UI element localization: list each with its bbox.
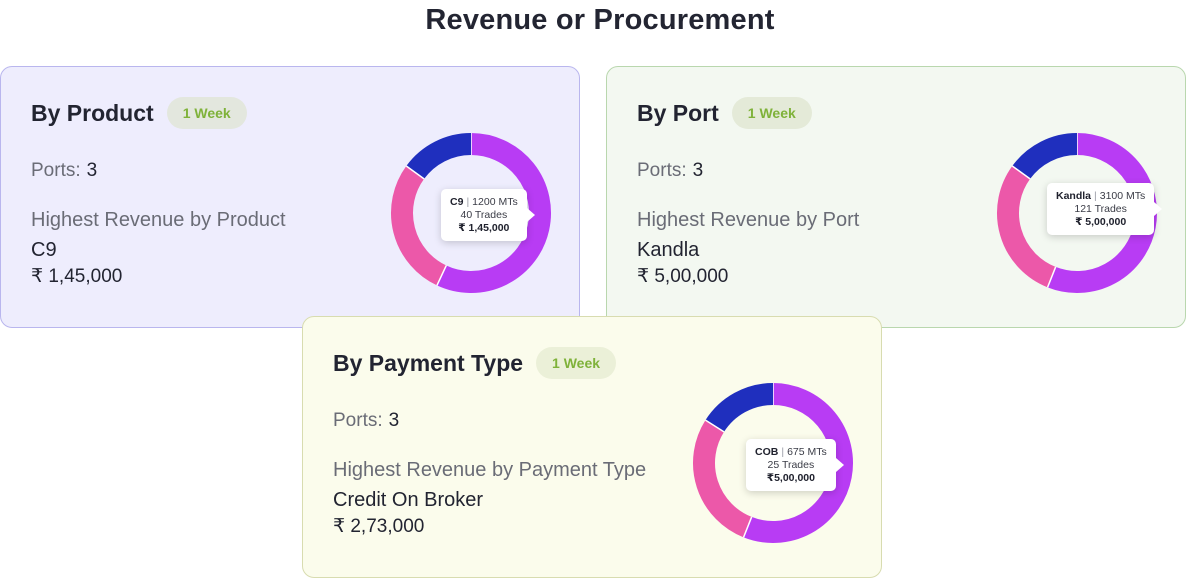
chart-tooltip: C9 | 1200 MTs 40 Trades ₹ 1,45,000: [441, 189, 535, 241]
tooltip-separator: |: [466, 196, 470, 208]
card-header: By Payment Type 1 Week: [333, 347, 617, 379]
tooltip-trades: 121 Trades: [1074, 203, 1127, 215]
tooltip-amount: ₹5,00,000: [766, 472, 815, 484]
ports-row: Ports: 3: [31, 160, 97, 182]
period-badge[interactable]: 1 Week: [731, 97, 812, 129]
tooltip-separator: |: [781, 446, 785, 458]
highest-revenue-name: Credit On Broker: [333, 489, 484, 511]
period-badge[interactable]: 1 Week: [536, 347, 617, 379]
tooltip-quantity: 675 MTs: [787, 446, 827, 458]
tooltip-name: C9: [450, 196, 464, 208]
tooltip-amount: ₹ 5,00,000: [1075, 216, 1127, 228]
ports-label: Ports:: [333, 410, 383, 431]
card-title: By Product: [31, 99, 154, 126]
ports-value: 3: [388, 410, 400, 431]
tooltip-trades: 25 Trades: [767, 459, 815, 471]
period-badge[interactable]: 1 Week: [166, 97, 247, 129]
highest-revenue-label: Highest Revenue by Payment Type: [333, 459, 647, 481]
card-header: By Product 1 Week: [31, 97, 247, 129]
highest-revenue-amount: ₹ 1,45,000: [31, 266, 123, 287]
highest-revenue-name: C9: [31, 239, 57, 261]
ports-label: Ports:: [637, 160, 687, 181]
segment-blue-arc[interactable]: [406, 133, 472, 180]
tooltip-trades: 40 Trades: [460, 209, 508, 221]
tooltip-name: COB: [755, 446, 779, 458]
card-title: By Port: [637, 99, 719, 126]
segment-pink-arc[interactable]: [391, 165, 447, 286]
ports-row: Ports: 3: [637, 160, 703, 182]
ports-label: Ports:: [31, 160, 81, 181]
ports-row: Ports: 3: [333, 410, 399, 432]
segment-pink-arc[interactable]: [693, 420, 753, 538]
segment-blue-arc[interactable]: [705, 383, 774, 433]
chart-tooltip: Kandla | 3100 MTs 121 Trades ₹ 5,00,000: [1047, 183, 1163, 235]
tooltip-quantity: 3100 MTs: [1099, 190, 1146, 202]
highest-revenue-label: Highest Revenue by Port: [637, 209, 860, 231]
highest-revenue-label: Highest Revenue by Product: [31, 209, 286, 231]
tooltip-name: Kandla: [1056, 190, 1092, 202]
tooltip-quantity: 1200 MTs: [472, 196, 518, 208]
chart-tooltip: COB | 675 MTs 25 Trades ₹5,00,000: [746, 439, 844, 491]
highest-revenue-amount: ₹ 2,73,000: [333, 516, 425, 537]
highest-revenue-amount: ₹ 5,00,000: [637, 266, 729, 287]
page-title: Revenue or Procurement: [425, 4, 775, 36]
ports-value: 3: [692, 160, 704, 181]
segment-pink-arc[interactable]: [997, 165, 1057, 288]
highest-revenue-name: Kandla: [637, 239, 700, 261]
card-title: By Payment Type: [333, 349, 524, 376]
ports-value: 3: [86, 160, 98, 181]
card-header: By Port 1 Week: [637, 97, 812, 129]
tooltip-separator: |: [1094, 190, 1097, 202]
card-by-payment-type: By Payment Type 1 Week Ports: 3 Highest R…: [302, 316, 882, 578]
segment-blue-arc[interactable]: [1012, 133, 1078, 180]
tooltip-amount: ₹ 1,45,000: [458, 222, 510, 234]
card-by-port: By Port 1 Week Ports: 3 Highest Revenue b…: [606, 66, 1186, 328]
card-by-product: By Product 1 Week Ports: 3 Highest Revenu…: [0, 66, 580, 328]
